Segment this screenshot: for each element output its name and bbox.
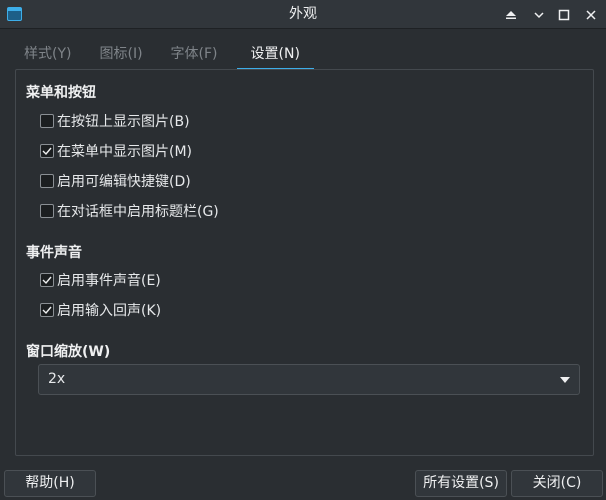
window-scaling-heading: 窗口缩放(W) [26, 344, 111, 360]
checkbox-box[interactable] [40, 273, 54, 287]
close-button[interactable]: 关闭(C) [511, 470, 603, 497]
tab-settings[interactable]: 设置(N) [236, 41, 314, 70]
checkbox-label: 启用输入回声(K) [57, 303, 162, 319]
checkbox-box[interactable] [40, 174, 54, 188]
tab-icons[interactable]: 图标(I) [90, 41, 151, 70]
maximize-icon[interactable] [553, 4, 575, 26]
tab-bar: 样式(Y) 图标(I) 字体(F) 设置(N) [15, 41, 324, 70]
show-menu-images-checkbox[interactable]: 在菜单中显示图片(M) [40, 142, 192, 160]
checkbox-box[interactable] [40, 303, 54, 317]
checkbox-label: 启用事件声音(E) [57, 273, 161, 289]
checkbox-label: 启用可编辑快捷键(D) [57, 174, 191, 190]
shade-icon[interactable] [500, 4, 522, 26]
all-settings-button[interactable]: 所有设置(S) [415, 470, 507, 497]
tab-fonts[interactable]: 字体(F) [162, 41, 227, 70]
event-sounds-checkbox[interactable]: 启用事件声音(E) [40, 271, 161, 289]
checkbox-label: 在按钮上显示图片(B) [57, 114, 190, 130]
minimize-icon[interactable] [528, 4, 550, 26]
checkbox-box[interactable] [40, 114, 54, 128]
dialog-headerbar-checkbox[interactable]: 在对话框中启用标题栏(G) [40, 202, 219, 220]
editable-shortcuts-checkbox[interactable]: 启用可编辑快捷键(D) [40, 172, 191, 190]
help-button[interactable]: 帮助(H) [4, 470, 96, 497]
event-sounds-heading: 事件声音 [26, 245, 82, 261]
checkmark-icon [42, 306, 52, 315]
tab-style[interactable]: 样式(Y) [15, 41, 80, 70]
input-feedback-checkbox[interactable]: 启用输入回声(K) [40, 301, 161, 319]
close-icon[interactable] [580, 4, 602, 26]
checkbox-box[interactable] [40, 204, 54, 218]
checkmark-icon [42, 276, 52, 285]
show-button-images-checkbox[interactable]: 在按钮上显示图片(B) [40, 112, 190, 130]
checkbox-label: 在对话框中启用标题栏(G) [57, 204, 219, 220]
select-value: 2x [48, 371, 66, 387]
checkbox-label: 在菜单中显示图片(M) [57, 144, 193, 160]
checkbox-box[interactable] [40, 144, 54, 158]
menu-buttons-heading: 菜单和按钮 [26, 85, 96, 101]
checkmark-icon [42, 147, 52, 156]
window-scaling-select[interactable]: 2x [38, 364, 580, 395]
title-bar: 外观 [0, 0, 606, 29]
dropdown-arrow-icon [560, 377, 570, 383]
